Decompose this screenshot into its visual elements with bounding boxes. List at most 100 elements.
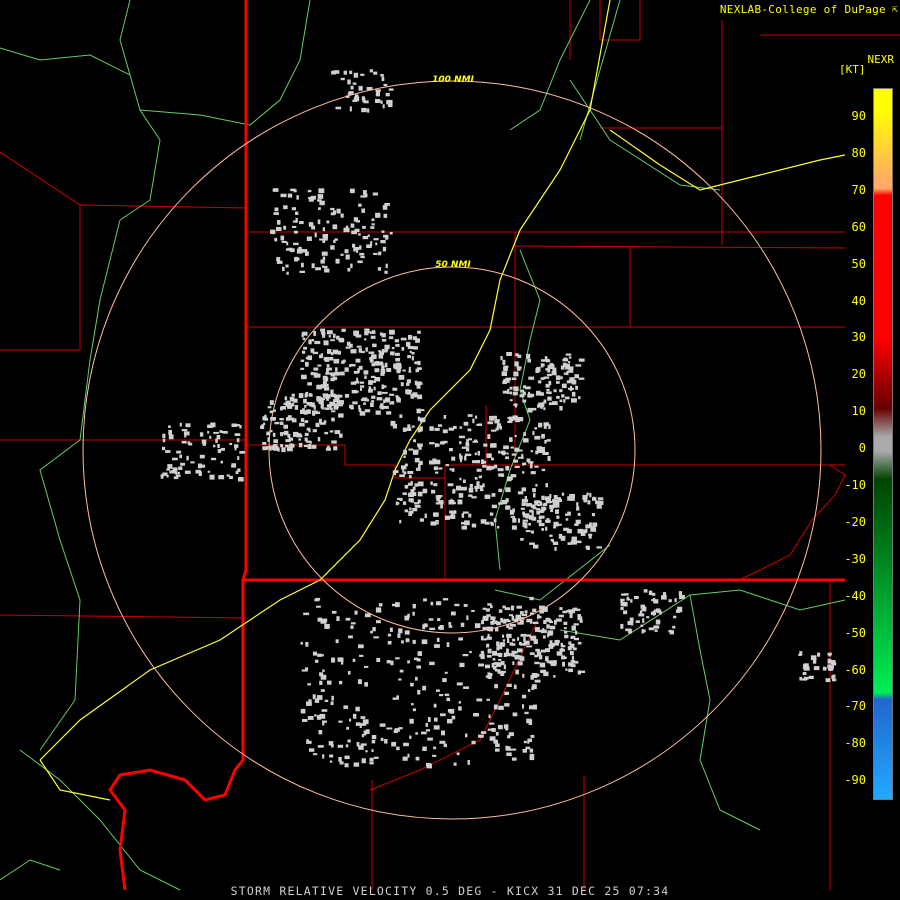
echo-pixel	[306, 701, 312, 706]
echo-pixel	[373, 386, 376, 391]
echo-pixel	[330, 377, 335, 382]
echo-pixel	[520, 507, 525, 510]
echo-pixel	[417, 491, 423, 497]
echo-pixel	[298, 393, 304, 398]
echo-pixel	[302, 719, 308, 722]
echo-pixel	[534, 679, 541, 683]
echo-pixel	[331, 695, 334, 701]
echo-pixel	[318, 730, 323, 735]
echo-pixel	[522, 399, 527, 403]
echo-pixel	[316, 398, 321, 402]
scale-tick-label: -30	[844, 551, 866, 566]
echo-pixel	[510, 446, 514, 449]
echo-pixel	[361, 107, 367, 113]
echo-pixel	[517, 518, 520, 523]
echo-pixel	[547, 365, 554, 369]
echo-pixel	[318, 207, 321, 211]
echo-pixel	[412, 486, 416, 491]
echo-pixel	[482, 607, 487, 610]
echo-pixel	[442, 678, 447, 683]
echo-pixel	[308, 196, 313, 199]
echo-pixel	[326, 396, 329, 401]
echo-pixel	[375, 91, 380, 97]
echo-pixel	[630, 621, 634, 626]
river-9	[689, 594, 761, 831]
echo-pixel	[322, 754, 325, 759]
echo-pixel	[620, 623, 624, 629]
echo-pixel	[337, 657, 344, 662]
echo-pixel	[433, 466, 438, 471]
echo-pixel	[218, 475, 225, 480]
echo-pixel	[532, 608, 537, 612]
echo-pixel	[363, 370, 369, 375]
echo-pixel	[530, 674, 534, 680]
echo-pixel	[628, 628, 632, 634]
echo-pixel	[813, 666, 820, 671]
echo-pixel	[521, 487, 527, 492]
echo-pixel	[291, 393, 295, 397]
echo-pixel	[378, 603, 383, 607]
echo-pixel	[419, 426, 423, 432]
echo-pixel	[574, 637, 579, 641]
echo-pixel	[474, 439, 478, 442]
echo-pixel	[345, 744, 349, 748]
echo-pixel	[486, 465, 492, 471]
echo-pixel	[386, 411, 392, 415]
echo-pixel	[371, 400, 375, 403]
echo-pixel	[429, 442, 435, 445]
echo-pixel	[439, 625, 444, 630]
echo-pixel	[553, 675, 556, 678]
echo-pixel	[451, 715, 456, 720]
echo-pixel	[536, 510, 541, 515]
echo-pixel	[528, 393, 535, 397]
echo-pixel	[301, 331, 308, 336]
echo-pixel	[556, 651, 563, 656]
echo-pixel	[495, 743, 500, 747]
echo-pixel	[478, 734, 484, 738]
echo-pixel	[435, 495, 442, 499]
echo-pixel	[287, 193, 293, 198]
echo-pixel	[209, 474, 215, 480]
echo-pixel	[568, 387, 574, 390]
echo-pixel	[545, 656, 549, 662]
echo-pixel	[417, 651, 422, 656]
echo-pixel	[296, 248, 303, 254]
echo-pixel	[350, 263, 353, 269]
echo-pixel	[309, 441, 312, 444]
echo-pixel	[562, 358, 569, 362]
echo-pixel	[317, 745, 324, 748]
echo-pixel	[162, 433, 166, 439]
echo-pixel	[548, 402, 553, 406]
echo-pixel	[409, 735, 412, 739]
echo-pixel	[497, 468, 504, 472]
echo-pixel	[305, 361, 309, 367]
echo-pixel	[578, 396, 581, 400]
echo-pixel	[379, 332, 383, 336]
echo-pixel	[517, 456, 524, 459]
echo-pixel	[650, 611, 656, 615]
echo-pixel	[437, 618, 441, 622]
echo-pixel	[395, 352, 400, 356]
echo-pixel	[538, 422, 543, 428]
echo-pixel	[231, 463, 237, 468]
echo-pixel	[799, 676, 803, 681]
echo-pixel	[373, 636, 379, 639]
echo-pixel	[417, 481, 424, 487]
echo-pixel	[679, 594, 685, 600]
echo-pixel	[662, 592, 667, 596]
echo-pixel	[679, 609, 683, 613]
echo-pixel	[508, 614, 514, 617]
echo-pixel	[596, 504, 602, 509]
echo-pixel	[576, 506, 580, 511]
echo-pixel	[309, 748, 315, 752]
echo-pixel	[586, 546, 590, 550]
echo-pixel	[827, 658, 831, 664]
echo-pixel	[414, 502, 420, 505]
echo-pixel	[165, 450, 171, 453]
echo-pixel	[416, 408, 421, 414]
echo-pixel	[335, 258, 340, 264]
echo-pixel	[421, 731, 427, 735]
echo-pixel	[347, 670, 351, 675]
echo-pixel	[407, 613, 410, 618]
echo-pixel	[328, 335, 331, 338]
